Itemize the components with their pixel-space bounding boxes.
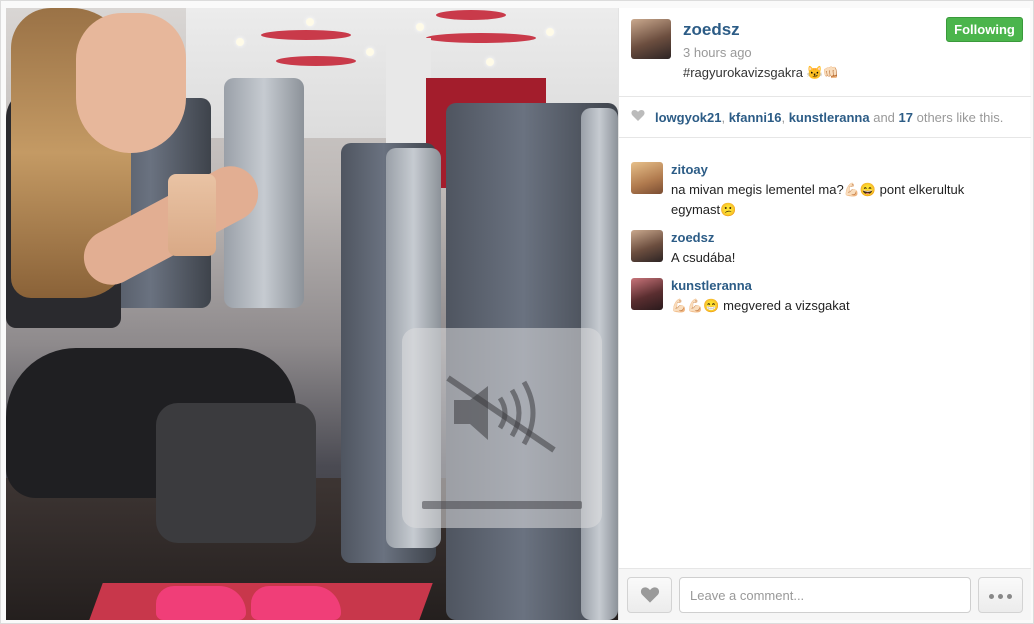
- comment-username[interactable]: zoedsz: [671, 230, 714, 245]
- comment-username[interactable]: kunstleranna: [671, 278, 752, 293]
- seat-pad: [156, 403, 316, 543]
- avatar[interactable]: [631, 278, 663, 310]
- ceiling-light: [276, 56, 356, 66]
- more-dots-icon: [998, 594, 1003, 599]
- comment-text: 💪🏻💪🏻😁 megvered a vizsgakat: [671, 298, 850, 313]
- shoe: [156, 586, 246, 620]
- liker-link[interactable]: kunstleranna: [789, 110, 870, 125]
- pillar: [386, 38, 431, 158]
- liker-link[interactable]: lowgyok21: [655, 110, 721, 125]
- ceiling-spot: [236, 38, 244, 46]
- person-face: [76, 13, 186, 153]
- comment-input[interactable]: [679, 577, 971, 613]
- ceiling-light: [436, 10, 506, 20]
- post-caption: #ragyurokavizsgakra 😼👊🏻: [683, 65, 839, 80]
- comment-bar: [619, 568, 1031, 620]
- speaker-muted-icon: [446, 375, 556, 453]
- likes-separator: ,: [721, 110, 729, 125]
- avatar[interactable]: [631, 162, 663, 194]
- ceiling-spot: [416, 23, 424, 31]
- likes-row: lowgyok21, kfanni16, kunstleranna and 17…: [619, 96, 1031, 138]
- more-options-button[interactable]: [978, 577, 1023, 613]
- phone: [168, 174, 216, 256]
- ceiling-spot: [486, 58, 494, 66]
- ceiling-light: [426, 33, 536, 43]
- like-button[interactable]: [627, 577, 672, 613]
- ceiling-spot: [546, 28, 554, 36]
- likes-text: lowgyok21, kfanni16, kunstleranna and 17…: [655, 110, 1003, 125]
- heart-icon: [631, 110, 645, 121]
- post-video[interactable]: [6, 8, 618, 620]
- ceiling-light: [261, 30, 351, 40]
- ceiling-spot: [366, 48, 374, 56]
- likes-count[interactable]: 17: [899, 110, 913, 125]
- likes-separator: ,: [781, 110, 789, 125]
- shoe: [251, 586, 341, 620]
- comment-text: A csudába!: [671, 250, 736, 265]
- avatar[interactable]: [631, 19, 671, 59]
- more-dots-icon: [989, 594, 994, 599]
- mute-overlay[interactable]: [402, 328, 602, 528]
- avatar[interactable]: [631, 230, 663, 262]
- post-header: zoedsz 3 hours ago #ragyurokavizsgakra 😼…: [619, 8, 1031, 96]
- comment-username[interactable]: zitoay: [671, 162, 708, 177]
- post-panel: zoedsz 3 hours ago #ragyurokavizsgakra 😼…: [618, 8, 1031, 620]
- owner-username[interactable]: zoedsz: [683, 20, 740, 40]
- likes-suffix: others like this.: [913, 110, 1004, 125]
- progress-bar: [422, 501, 582, 509]
- more-dots-icon: [1007, 594, 1012, 599]
- following-button[interactable]: Following: [946, 17, 1023, 42]
- comment-text: na mivan megis lementel ma?💪🏻😄 pont elke…: [671, 182, 965, 217]
- heart-icon: [640, 587, 660, 603]
- post-modal: zoedsz 3 hours ago #ragyurokavizsgakra 😼…: [0, 0, 1034, 624]
- liker-link[interactable]: kfanni16: [729, 110, 782, 125]
- post-timestamp: 3 hours ago: [683, 45, 752, 60]
- likes-and: and: [869, 110, 899, 125]
- ceiling-spot: [306, 18, 314, 26]
